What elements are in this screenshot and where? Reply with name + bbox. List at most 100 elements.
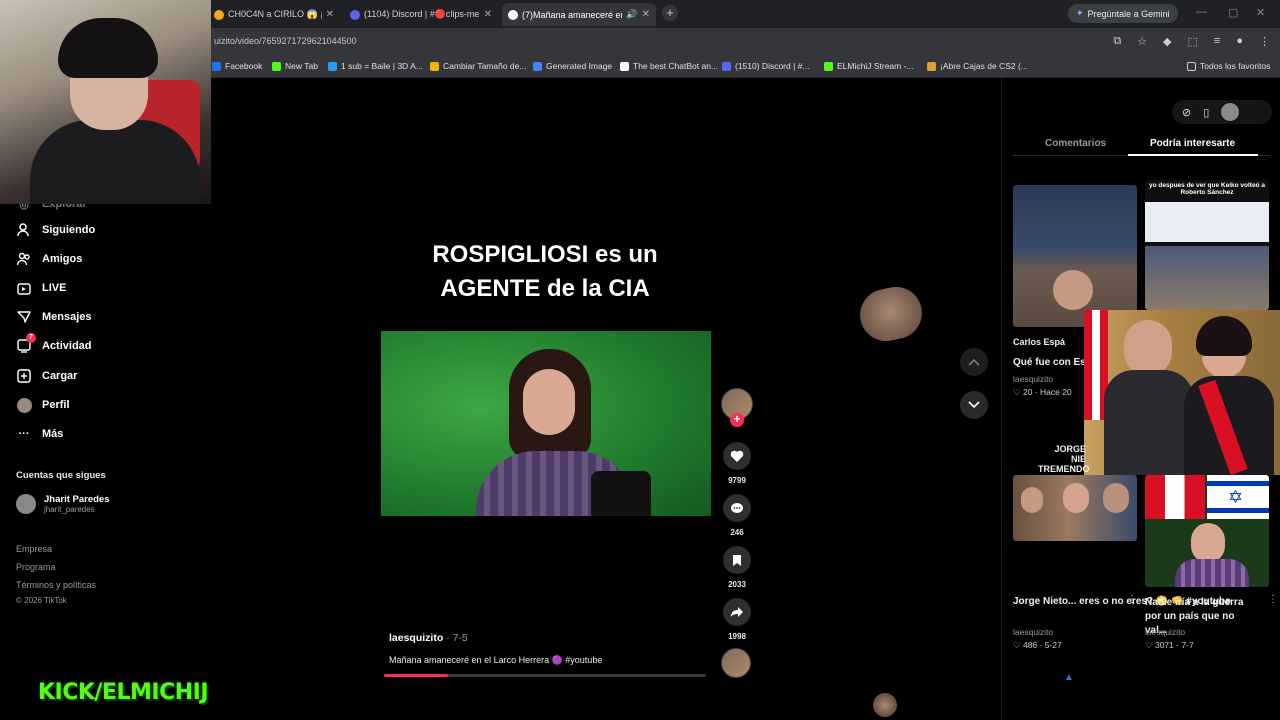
bookmark-item[interactable]: ELMichiJ Stream -... bbox=[824, 61, 914, 71]
music-disc-avatar[interactable] bbox=[721, 648, 751, 678]
headline-line: AGENTE de la CIA bbox=[440, 275, 650, 302]
like-button[interactable] bbox=[723, 442, 751, 470]
footer-link[interactable]: Términos y políticas bbox=[16, 580, 96, 590]
playlist-icon[interactable]: ≡ bbox=[1214, 35, 1220, 48]
card-user[interactable]: laesquizito bbox=[1013, 374, 1053, 384]
device-icon[interactable]: ▯ bbox=[1203, 106, 1209, 119]
video-progress-bar[interactable] bbox=[384, 674, 706, 677]
close-icon[interactable]: ✕ bbox=[326, 9, 334, 20]
messages-icon bbox=[16, 309, 32, 325]
recommended-video-thumbnail[interactable]: yo despues de ver que Keiko volteó a Rob… bbox=[1145, 180, 1269, 310]
share-button[interactable] bbox=[723, 598, 751, 626]
bookmark-item[interactable]: 1 sub = Baile | 3D A... bbox=[328, 61, 423, 71]
follow-plus-icon[interactable]: + bbox=[730, 413, 744, 427]
next-video-button[interactable] bbox=[960, 391, 988, 419]
previous-video-button[interactable] bbox=[960, 348, 988, 376]
discord-icon bbox=[722, 61, 731, 71]
compass-icon[interactable]: ⊘ bbox=[1182, 106, 1191, 119]
avatar[interactable] bbox=[1221, 103, 1240, 121]
sidebar-item-activity[interactable]: 7 Actividad bbox=[16, 333, 92, 356]
upload-icon bbox=[16, 368, 32, 384]
close-icon[interactable]: ✕ bbox=[484, 9, 492, 20]
gemini-button[interactable]: ✦ Pregúntale a Gemini bbox=[1068, 4, 1178, 23]
video-player[interactable] bbox=[381, 331, 711, 516]
puzzle-icon[interactable]: ⬚ bbox=[1188, 35, 1198, 48]
translate-icon[interactable]: ⧉ bbox=[1113, 35, 1121, 48]
bookmark-label: ELMichiJ Stream -... bbox=[837, 61, 914, 71]
following-accounts-title: Cuentas que sigues bbox=[16, 470, 106, 481]
url-field[interactable]: uizito/video/7659271729621044500 bbox=[214, 36, 357, 46]
extension-icon[interactable]: ◆ bbox=[1163, 35, 1171, 48]
bookmark-item[interactable]: (1510) Discord | #... bbox=[722, 61, 810, 71]
close-icon[interactable]: ✕ bbox=[642, 9, 650, 20]
bookmark-item[interactable]: The best ChatBot an... bbox=[620, 61, 718, 71]
sidebar-item-more[interactable]: ··· Más bbox=[16, 424, 64, 444]
bookmark-item[interactable]: New Tab bbox=[272, 61, 318, 71]
card-user[interactable]: laesquizito bbox=[1013, 627, 1053, 637]
recommended-video-thumbnail[interactable] bbox=[1013, 185, 1137, 327]
sidebar-item-label: Mensajes bbox=[42, 311, 92, 323]
video-author[interactable]: laesquizito · 7-5 bbox=[389, 632, 468, 644]
live-icon bbox=[16, 280, 32, 296]
sidebar-item-profile[interactable]: Perfil bbox=[16, 395, 70, 415]
all-bookmarks-button[interactable]: Todos los favoritos bbox=[1187, 61, 1270, 71]
facebook-icon bbox=[212, 61, 221, 71]
sidebar-item-friends[interactable]: Amigos bbox=[16, 249, 82, 269]
browser-tab[interactable]: CH0C4N a CIRILO 😱 ¡KGAI ✕ bbox=[208, 3, 340, 26]
comment-icon bbox=[731, 502, 743, 513]
browser-tab-active[interactable]: (7)Mañana amaneceré en el 🔊 ✕ bbox=[502, 3, 656, 26]
bookmark-item[interactable]: Facebook bbox=[212, 61, 262, 71]
tab-might-interest[interactable]: Podría interesarte bbox=[1150, 138, 1235, 149]
sidebar-item-upload[interactable]: Cargar bbox=[16, 366, 77, 386]
sidebar-item-live[interactable]: LIVE bbox=[16, 278, 66, 298]
bookmark-label: Cambiar Tamaño de... bbox=[443, 61, 527, 71]
tab-comments[interactable]: Comentarios bbox=[1045, 138, 1106, 149]
window-close-icon[interactable]: ✕ bbox=[1256, 6, 1265, 19]
sidebar-item-following[interactable]: Siguiendo bbox=[16, 220, 95, 240]
comment-button[interactable] bbox=[723, 494, 751, 522]
recommended-video-thumbnail[interactable] bbox=[1013, 475, 1137, 541]
sidebar-item-messages[interactable]: Mensajes bbox=[16, 307, 92, 327]
footer-link[interactable]: Programa bbox=[16, 562, 56, 572]
kick-icon bbox=[824, 61, 833, 71]
sidebar-item-label: Cargar bbox=[42, 370, 78, 382]
activity-icon: 7 bbox=[16, 333, 36, 354]
bookmark-label: New Tab bbox=[285, 61, 318, 71]
share-icon bbox=[731, 607, 743, 617]
browser-tab[interactable]: (1104) Discord | #🔴clips-men ✕ bbox=[344, 3, 498, 26]
thumbnail-face bbox=[1063, 483, 1089, 513]
address-bar-icons: ⧉ ☆ ◆ ⬚ ≡ ● ⋮ bbox=[1113, 35, 1270, 48]
new-tab-button[interactable]: + bbox=[662, 5, 678, 21]
bookmark-item[interactable]: Cambiar Tamaño de... bbox=[430, 61, 526, 71]
footer-link[interactable]: Empresa bbox=[16, 544, 52, 554]
kebab-menu-icon[interactable]: ⋮ bbox=[1127, 594, 1137, 605]
profile-avatar-icon[interactable]: ● bbox=[1236, 35, 1243, 48]
sidebar-item-label: Actividad bbox=[42, 340, 92, 352]
tab-title: (1104) Discord | #🔴clips-men bbox=[364, 9, 480, 19]
sidebar-item-label: Perfil bbox=[42, 399, 70, 411]
sidebar-item-label: Siguiendo bbox=[42, 224, 96, 236]
bookmark-star-icon[interactable]: ☆ bbox=[1137, 35, 1147, 48]
following-account[interactable]: Jharit Paredes jharit_paredes bbox=[16, 494, 109, 514]
card-user[interactable]: laesquizito bbox=[1145, 627, 1185, 637]
kebab-menu-icon[interactable]: ⋮ bbox=[1259, 35, 1270, 48]
streamer-body bbox=[30, 120, 200, 204]
post-date: · 7-5 bbox=[443, 632, 468, 644]
speaker-icon[interactable]: 🔊 bbox=[626, 9, 637, 20]
maximize-icon[interactable]: ▢ bbox=[1228, 6, 1238, 19]
floating-face-sticker bbox=[855, 282, 927, 346]
loading-indicator-icon: ▲ bbox=[1064, 672, 1074, 683]
kebab-menu-icon[interactable]: ⋮ bbox=[1268, 594, 1278, 605]
save-button[interactable] bbox=[723, 546, 751, 574]
account-name: Jharit Paredes bbox=[44, 494, 110, 505]
sidebar-item-label: Más bbox=[42, 428, 64, 440]
minimize-icon[interactable]: — bbox=[1196, 6, 1207, 18]
profile-icon bbox=[16, 397, 32, 413]
account-handle: jharit_paredes bbox=[44, 505, 95, 514]
panel-tabs: Comentarios Podría interesarte bbox=[1012, 134, 1270, 156]
bookmark-item[interactable]: Generated Image bbox=[533, 61, 612, 71]
recommended-video-thumbnail[interactable]: ✡ bbox=[1145, 475, 1269, 587]
bookmark-label: 1 sub = Baile | 3D A... bbox=[341, 61, 423, 71]
bookmark-item[interactable]: ¡Abre Cajas de CS2 (... bbox=[927, 61, 1028, 71]
card-title[interactable]: Qué fue con Es bbox=[1013, 357, 1086, 368]
